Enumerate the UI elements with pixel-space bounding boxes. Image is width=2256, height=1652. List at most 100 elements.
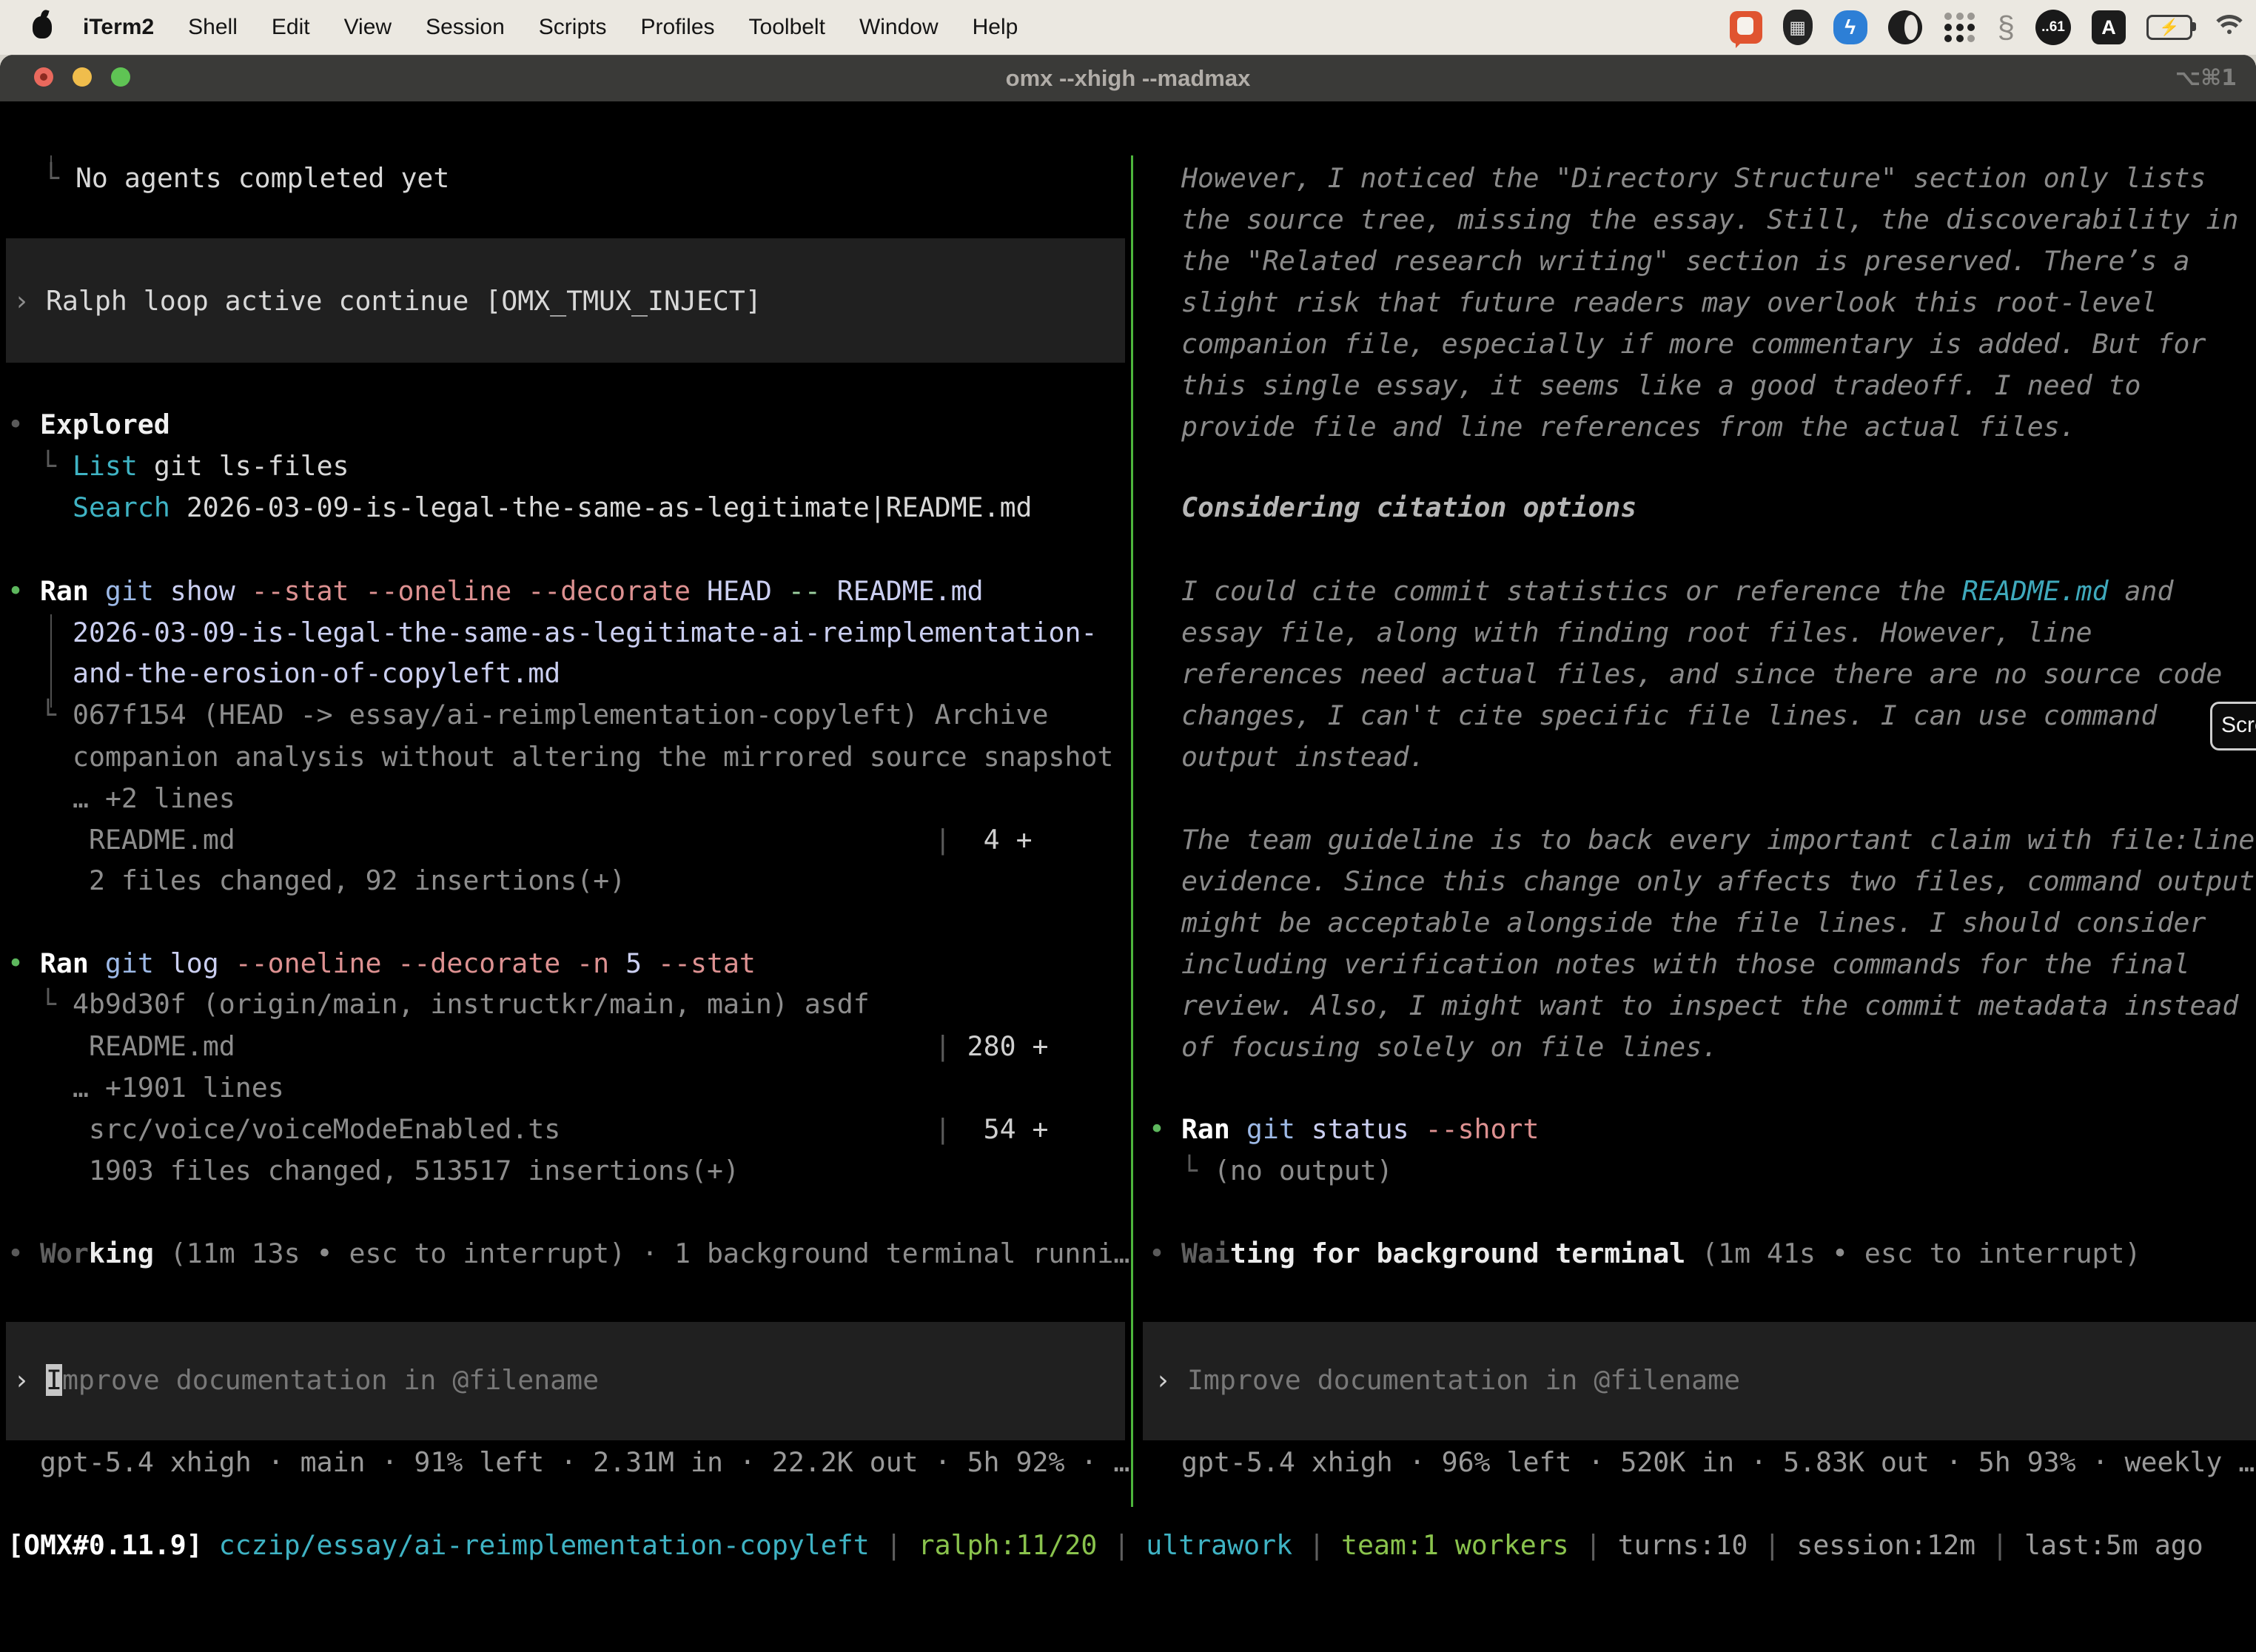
text-segment: | — [1975, 1529, 2024, 1561]
menu-item-help[interactable]: Help — [973, 15, 1018, 40]
reasoning-text: of focusing solely on file lines. — [1181, 1027, 1718, 1068]
text-segment: Wai — [1181, 1238, 1230, 1269]
hook-icon[interactable]: § — [1998, 10, 2015, 44]
text-segment: show — [154, 575, 252, 607]
text-segment: 2026-03-09-is-legal-the-same-as-legitima… — [170, 491, 1033, 523]
menu-item-shell[interactable]: Shell — [188, 15, 238, 40]
reasoning-heading: Considering citation options — [1181, 487, 1636, 528]
text-segment: • — [7, 575, 40, 607]
text-segment: Improve documentation in @filename — [1187, 1364, 1740, 1396]
text-segment: last:5m ago — [2024, 1529, 2203, 1561]
text-segment: | — [1292, 1529, 1341, 1561]
text-segment: --short — [1426, 1113, 1540, 1145]
screen: { "menubar": { "items": ["iTerm2","Shell… — [0, 0, 2256, 1652]
menu-item-scripts[interactable]: Scripts — [539, 15, 607, 40]
text-segment: companion analysis without altering the … — [73, 741, 1113, 773]
terminal-line-show-stat1: README.md | 4 + — [89, 819, 1033, 861]
text-segment: README.md — [1962, 575, 2109, 607]
terminal-line-log-stat2: src/voice/voiceModeEnabled.ts | 54 + — [89, 1109, 1049, 1150]
text-segment: 067f154 (HEAD -> essay/ai-reimplementati… — [73, 699, 1049, 731]
text-segment: • — [1149, 1113, 1181, 1145]
reasoning-text: including verification notes with those … — [1181, 944, 2189, 985]
text-segment: (11m 13s • esc to interrupt) · 1 backgro… — [154, 1238, 1130, 1269]
menu-item-edit[interactable]: Edit — [272, 15, 310, 40]
text-segment: team:1 workers — [1341, 1529, 1569, 1561]
text-segment: ting for background terminal — [1230, 1238, 1685, 1269]
wifi-icon[interactable] — [2213, 15, 2246, 40]
text-segment: | — [935, 1030, 951, 1062]
prompt-input-left[interactable]: › Improve documentation in @filename — [13, 1360, 599, 1401]
text-segment: README.md — [821, 575, 984, 607]
badge-61-icon[interactable]: ..61 — [2035, 10, 2071, 45]
menu-item-session[interactable]: Session — [426, 15, 505, 40]
text-segment: (no output) — [1214, 1155, 1393, 1186]
text-segment: I — [46, 1364, 62, 1396]
terminal-line-list: └ List git ls-files — [40, 446, 349, 487]
text-segment: No agents completed yet — [75, 162, 449, 194]
terminal-line-ralph-loop: › Ralph loop active continue [OMX_TMUX_I… — [13, 281, 762, 322]
reasoning-text: might be acceptable alongside the file l… — [1181, 902, 2206, 944]
tmux-pane-divider — [1131, 155, 1133, 1507]
text-segment: Wor — [40, 1238, 89, 1269]
text-segment: --stat --oneline --decorate — [252, 575, 691, 607]
text-segment: | — [1097, 1529, 1146, 1561]
dots-grid-icon[interactable] — [1943, 10, 1977, 44]
terminal-line-explored: • Explored — [7, 404, 170, 446]
text-segment: Ran — [40, 575, 89, 607]
menu-item-window[interactable]: Window — [859, 15, 939, 40]
text-segment: --stat — [658, 947, 756, 979]
text-segment: 4 + — [951, 824, 1033, 856]
menu-item-iterm2[interactable]: iTerm2 — [83, 15, 154, 40]
terminal-line-git-show: • Ran git show --stat --oneline --decora… — [7, 571, 984, 612]
reasoning-text: provide file and line references from th… — [1181, 406, 2076, 448]
chat-app-icon[interactable] — [1730, 11, 1762, 44]
text-segment: └ — [40, 450, 73, 482]
terminal-line-show-wrap2: and-the-erosion-of-copyleft.md — [73, 653, 560, 694]
menu-item-view[interactable]: View — [344, 15, 392, 40]
text-segment: ralph:11/20 — [919, 1529, 1098, 1561]
moon-icon[interactable] — [1888, 10, 1922, 44]
terminal-line-no-output: └ (no output) — [1181, 1150, 1393, 1192]
terminal-line-no-agents: └ No agents completed yet — [43, 158, 449, 199]
terminal-line-show-commit: └ 067f154 (HEAD -> essay/ai-reimplementa… — [40, 694, 1048, 736]
text-segment: › — [13, 1364, 46, 1396]
input-source-icon[interactable]: A — [2092, 10, 2126, 44]
text-segment: 2026-03-09-is-legal-the-same-as-legitima… — [73, 617, 1097, 648]
iterm2-window: omx --xhigh --madmax ⌥⌘1 └ No agents com… — [0, 55, 2256, 1652]
model-status-right: gpt-5.4 xhigh · 96% left · 520K in · 5.8… — [1181, 1442, 2255, 1483]
text-segment: └ — [1181, 1155, 1214, 1186]
text-segment — [1230, 1113, 1246, 1145]
text-segment: | — [935, 824, 951, 856]
window-shortcut-badge: ⌥⌘1 — [2175, 56, 2237, 101]
text-segment — [560, 1113, 934, 1145]
sync-bolt-icon[interactable]: ϟ — [1833, 10, 1867, 44]
screen-share-tab[interactable]: Scre — [2210, 702, 2256, 751]
terminal-line-log-stat1: README.md | 280 + — [89, 1026, 1049, 1067]
reasoning-text: changes, I can't cite specific file line… — [1181, 695, 2158, 736]
terminal-line-show-stat2: 2 files changed, 92 insertions(+) — [89, 860, 625, 901]
text-segment: git — [1246, 1113, 1295, 1145]
terminal-line-show-wrap1: 2026-03-09-is-legal-the-same-as-legitima… — [73, 612, 1097, 654]
text-segment: • — [7, 1238, 40, 1269]
reasoning-text: review. Also, I might want to inspect th… — [1181, 985, 2238, 1027]
terminal-line-log-commit: └ 4b9d30f (origin/main, instructkr/main,… — [40, 984, 870, 1025]
omx-status-line: [OMX#0.11.9] cczip/essay/ai-reimplementa… — [7, 1525, 2203, 1566]
reasoning-text: The team guideline is to back every impo… — [1181, 819, 2255, 861]
apple-menu-icon[interactable] — [33, 16, 52, 38]
menu-item-profiles[interactable]: Profiles — [640, 15, 714, 40]
battery-icon[interactable]: ⚡ — [2146, 15, 2192, 40]
text-segment: README.md — [89, 824, 235, 856]
text-segment: 2 files changed, 92 insertions(+) — [89, 864, 625, 896]
menu-item-toolbelt[interactable]: Toolbelt — [749, 15, 825, 40]
text-segment: 1903 files changed, 513517 insertions(+) — [89, 1155, 739, 1186]
status-line-waiting: • Waiting for background terminal (1m 41… — [1149, 1233, 2141, 1275]
text-segment: session:12m — [1796, 1529, 1975, 1561]
text-segment — [235, 1030, 935, 1062]
text-segment: cczip/essay/ai-reimplementation-copyleft — [203, 1529, 886, 1561]
text-segment: Ran — [1181, 1113, 1230, 1145]
window-title-bar[interactable]: omx --xhigh --madmax ⌥⌘1 — [0, 55, 2256, 101]
text-segment: git — [105, 575, 154, 607]
prompt-input-right[interactable]: › Improve documentation in @filename — [1155, 1360, 1740, 1401]
shield-grid-icon[interactable]: ▦ — [1783, 10, 1813, 45]
terminal-line-git-status: • Ran git status --short — [1149, 1109, 1539, 1150]
